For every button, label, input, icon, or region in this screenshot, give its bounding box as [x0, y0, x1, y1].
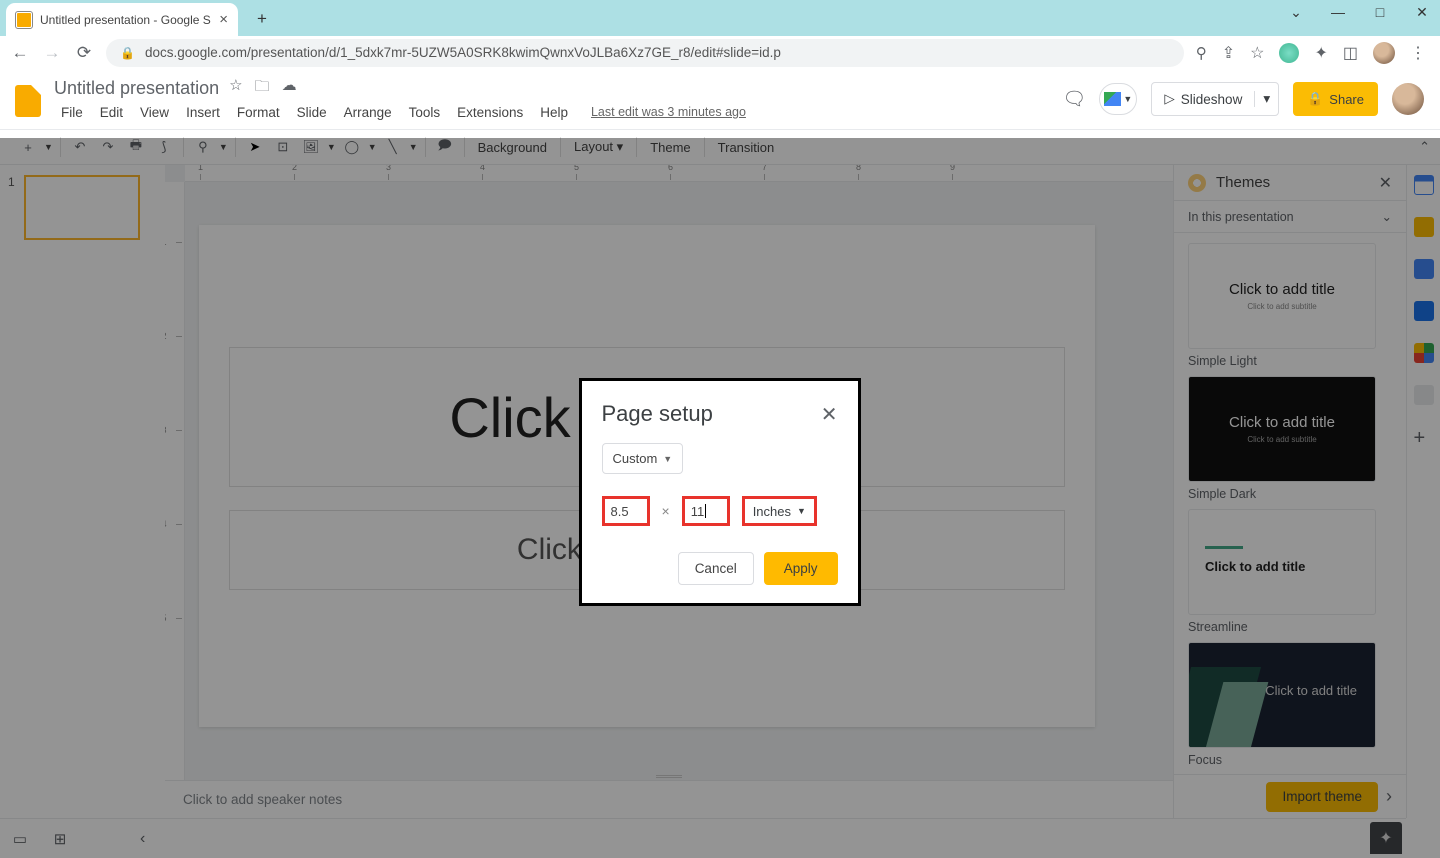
bookmark-icon[interactable]: ☆ [1250, 43, 1264, 63]
slides-logo[interactable] [8, 81, 48, 121]
menu-bar: File Edit View Insert Format Slide Arran… [54, 103, 1063, 122]
times-icon: × [662, 503, 670, 519]
menu-extensions[interactable]: Extensions [450, 103, 530, 122]
slideshow-button[interactable]: ▷Slideshow ▾ [1151, 82, 1279, 116]
apply-button[interactable]: Apply [764, 552, 838, 585]
cancel-button[interactable]: Cancel [678, 552, 754, 585]
lock-icon: 🔒 [120, 46, 135, 60]
menu-insert[interactable]: Insert [179, 103, 227, 122]
close-window-icon[interactable]: ✕ [1410, 4, 1434, 21]
window-controls: ⌄ — □ ✕ [1284, 4, 1434, 21]
comments-icon[interactable]: 🗨 [1063, 88, 1085, 110]
app-header: Untitled presentation ☆ 🗀 ☁ File Edit Vi… [0, 69, 1440, 129]
new-tab-button[interactable]: + [248, 5, 276, 33]
account-avatar[interactable] [1392, 83, 1424, 115]
menu-file[interactable]: File [54, 103, 90, 122]
menu-slide[interactable]: Slide [290, 103, 334, 122]
back-button[interactable]: ← [10, 43, 30, 63]
reload-button[interactable]: ⟳ [74, 43, 94, 63]
menu-view[interactable]: View [133, 103, 176, 122]
extensions-icon[interactable]: ✦ [1314, 43, 1327, 63]
sidepanel-icon[interactable]: ◫ [1343, 43, 1358, 63]
zoom-icon[interactable]: ⚲ [1196, 44, 1207, 62]
url-input[interactable]: 🔒 docs.google.com/presentation/d/1_5dxk7… [106, 39, 1184, 67]
star-icon[interactable]: ☆ [229, 76, 242, 101]
move-icon[interactable]: 🗀 [255, 76, 270, 101]
menu-format[interactable]: Format [230, 103, 287, 122]
last-edit-link[interactable]: Last edit was 3 minutes ago [584, 103, 753, 121]
maximize-icon[interactable]: □ [1368, 4, 1392, 21]
profile-avatar[interactable] [1373, 42, 1395, 64]
url-text: docs.google.com/presentation/d/1_5dxk7mr… [145, 45, 781, 60]
address-actions: ⚲ ⇪ ☆ ✦ ◫ ⋮ [1196, 42, 1430, 64]
menu-edit[interactable]: Edit [93, 103, 130, 122]
extension-icon-1[interactable] [1279, 43, 1299, 63]
share-page-icon[interactable]: ⇪ [1222, 43, 1235, 63]
browser-tab[interactable]: Untitled presentation - Google Slides × [6, 3, 238, 36]
dialog-title: Page setup [602, 401, 713, 427]
minimize-icon[interactable]: — [1326, 4, 1350, 21]
forward-button[interactable]: → [42, 43, 62, 63]
lock-icon: 🔒 [1307, 91, 1323, 107]
page-setup-dialog: Page setup ✕ Custom ▼ 8.5 × 11 Inches▼ C… [579, 378, 861, 606]
cloud-status-icon[interactable]: ☁ [282, 76, 297, 101]
size-preset-select[interactable]: Custom ▼ [602, 443, 684, 474]
slides-favicon [16, 12, 32, 28]
close-dialog-icon[interactable]: ✕ [821, 402, 838, 427]
menu-tools[interactable]: Tools [402, 103, 448, 122]
document-title[interactable]: Untitled presentation [54, 78, 219, 99]
play-icon: ▷ [1164, 91, 1174, 107]
slideshow-dropdown[interactable]: ▾ [1254, 91, 1278, 107]
meet-button[interactable]: ▼ [1099, 83, 1137, 115]
modal-overlay: Page setup ✕ Custom ▼ 8.5 × 11 Inches▼ C… [0, 138, 1440, 858]
menu-help[interactable]: Help [533, 103, 575, 122]
width-input[interactable]: 8.5 [602, 496, 650, 526]
share-button[interactable]: 🔒Share [1293, 82, 1378, 116]
close-tab-icon[interactable]: × [219, 11, 228, 28]
tab-title: Untitled presentation - Google Slides [40, 13, 211, 27]
chevron-down-icon: ▼ [663, 454, 672, 464]
browser-tab-strip: Untitled presentation - Google Slides × … [0, 0, 1440, 36]
menu-arrange[interactable]: Arrange [337, 103, 399, 122]
chevron-down-icon[interactable]: ⌄ [1284, 4, 1308, 21]
address-bar: ← → ⟳ 🔒 docs.google.com/presentation/d/1… [0, 36, 1440, 69]
slides-app: Untitled presentation ☆ 🗀 ☁ File Edit Vi… [0, 69, 1440, 858]
units-select[interactable]: Inches▼ [742, 496, 817, 526]
kebab-menu-icon[interactable]: ⋮ [1410, 43, 1426, 63]
height-input[interactable]: 11 [682, 496, 730, 526]
